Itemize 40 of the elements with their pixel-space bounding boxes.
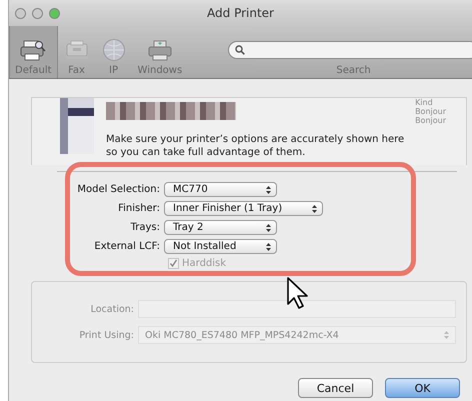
popup-menu[interactable]: Inner Finisher (1 Tray) [164, 201, 324, 216]
list-cell: Bonjour [415, 107, 446, 116]
updown-arrows-icon [312, 204, 318, 212]
window-control-button[interactable] [49, 8, 60, 18]
mouse-pointer-icon [286, 276, 310, 310]
option-label: Finisher: [118, 203, 160, 214]
window-title: Add Printer [206, 6, 275, 20]
window-control-button[interactable] [15, 8, 26, 18]
window-control-button[interactable] [32, 8, 43, 18]
globe-icon [102, 38, 126, 62]
updown-arrows-icon [266, 242, 272, 250]
ok-button[interactable]: OK [385, 378, 460, 398]
location-field[interactable] [138, 300, 456, 318]
printer-magnifier-icon [20, 40, 46, 62]
popup-menu[interactable]: Not Installed [164, 239, 278, 254]
search-field[interactable] [228, 41, 472, 59]
updown-arrows-icon [444, 331, 449, 339]
option-label: Trays: [130, 222, 160, 233]
checkmark-icon [169, 259, 178, 268]
harddisk-checkbox: Harddisk [168, 258, 226, 269]
list-cell: Bonjour [415, 116, 446, 125]
updown-arrows-icon [266, 186, 271, 194]
search-label: Search [336, 65, 371, 76]
popup-menu[interactable]: MC770 [164, 182, 277, 197]
updown-arrows-icon [266, 224, 271, 232]
field-label: Location: [90, 304, 134, 314]
toolbar-label: Default [15, 65, 52, 76]
popup-menu[interactable]: Tray 2 [164, 220, 277, 235]
message-text: Make sure your printer’s options are accurately shown here so you can take full advantage of them. [106, 133, 406, 159]
option-label: External LCF: [94, 241, 160, 252]
field-label: Print Using: [79, 330, 134, 340]
cancel-button[interactable]: Cancel [298, 378, 373, 398]
search-icon [235, 45, 246, 55]
toolbar-label: Windows [138, 65, 182, 76]
printer-icon [146, 40, 173, 62]
option-label: Model Selection: [77, 184, 160, 195]
column-header: Kind [415, 98, 434, 107]
printer-icon [60, 98, 94, 154]
toolbar-label: Fax [68, 65, 85, 76]
toolbar-label: IP [109, 65, 118, 76]
